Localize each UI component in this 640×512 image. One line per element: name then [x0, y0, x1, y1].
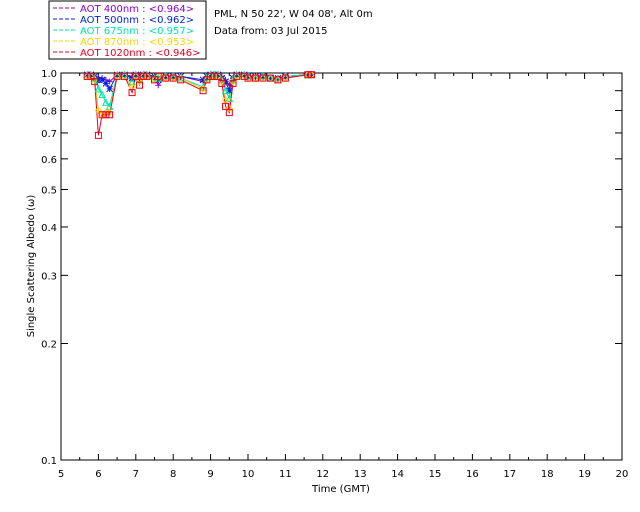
- x-tick-label: 16: [466, 469, 479, 480]
- x-tick-label: 14: [391, 469, 404, 480]
- x-tick-label: 11: [279, 469, 292, 480]
- x-tick-label: 17: [503, 469, 516, 480]
- data-point: [106, 85, 113, 93]
- albedo-chart: AOT 400nm : <0.964>AOT 500nm : <0.962>AO…: [0, 0, 640, 512]
- y-tick-label: 0.9: [41, 87, 57, 98]
- y-tick-label: 0.3: [41, 271, 57, 282]
- x-tick-label: 13: [354, 469, 367, 480]
- x-tick-label: 5: [58, 469, 64, 480]
- legend-label: AOT 400nm : <0.964>: [80, 4, 194, 15]
- x-tick-label: 8: [170, 469, 176, 480]
- y-tick-label: 0.8: [41, 107, 57, 118]
- x-tick-label: 15: [429, 469, 442, 480]
- legend-label: AOT 1020nm : <0.946>: [80, 48, 200, 59]
- x-tick-label: 12: [316, 469, 329, 480]
- y-tick-label: 1.0: [41, 69, 57, 80]
- location-text: PML, N 50 22', W 04 08', Alt 0m: [214, 9, 373, 20]
- legend-label: AOT 870nm : <0.953>: [80, 37, 194, 48]
- x-tick-label: 9: [207, 469, 213, 480]
- x-tick-label: 6: [95, 469, 101, 480]
- date-text: Data from: 03 Jul 2015: [214, 26, 327, 37]
- x-tick-label: 7: [133, 469, 139, 480]
- y-tick-label: 0.4: [41, 223, 57, 234]
- y-tick-label: 0.1: [41, 456, 57, 467]
- x-tick-label: 18: [541, 469, 554, 480]
- legend-label: AOT 500nm : <0.962>: [80, 15, 194, 26]
- x-tick-label: 10: [242, 469, 255, 480]
- y-axis-label: Single Scattering Albedo (ω): [26, 195, 37, 338]
- y-tick-label: 0.7: [41, 129, 57, 140]
- y-tick-label: 0.2: [41, 340, 57, 351]
- x-tick-label: 20: [616, 469, 629, 480]
- legend-label: AOT 675nm : <0.957>: [80, 26, 194, 37]
- y-tick-label: 0.6: [41, 155, 57, 166]
- y-tick-label: 0.5: [41, 185, 57, 196]
- x-tick-label: 19: [578, 469, 591, 480]
- legend: AOT 400nm : <0.964>AOT 500nm : <0.962>AO…: [48, 0, 207, 60]
- data-point: [102, 80, 110, 87]
- x-axis-label: Time (GMT): [311, 484, 370, 495]
